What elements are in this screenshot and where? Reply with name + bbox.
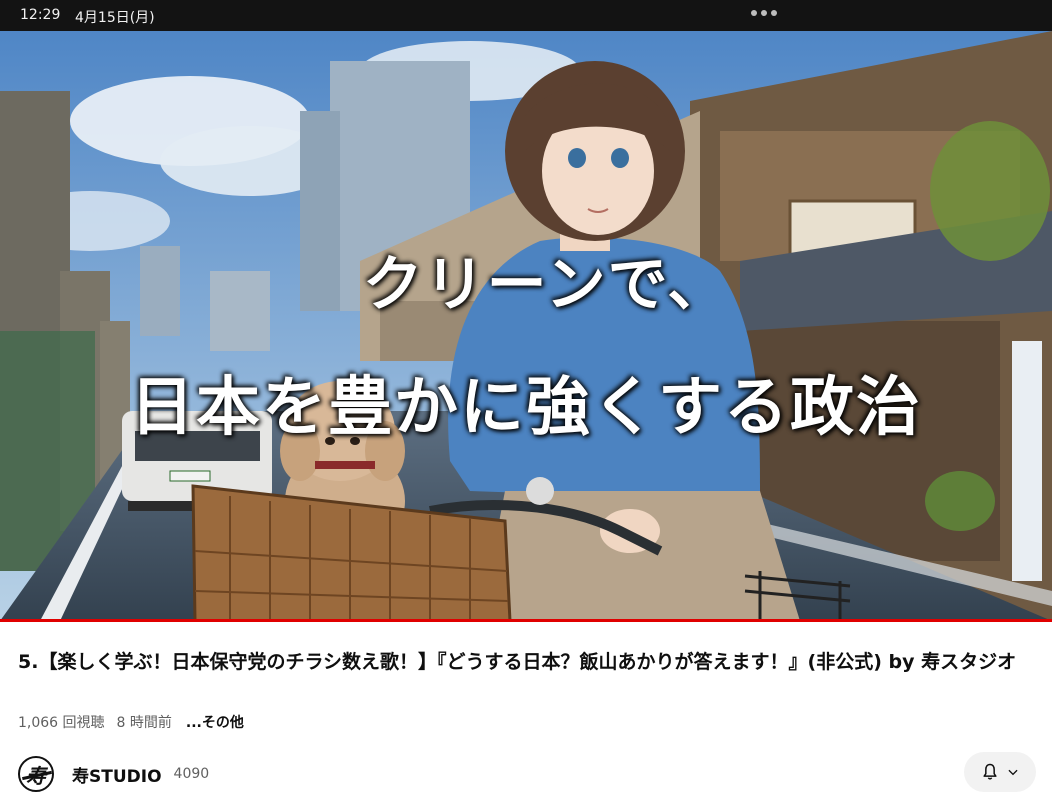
- view-count: 1,066 回視聴: [18, 715, 105, 731]
- channel-avatar[interactable]: 寿: [18, 756, 54, 792]
- channel-name[interactable]: 寿STUDIO: [72, 762, 162, 787]
- chevron-down-icon: [1008, 769, 1018, 776]
- upload-age: 8 時間前: [116, 715, 172, 731]
- video-overlay-line1: クリーンで、: [362, 250, 730, 320]
- bell-icon: [983, 763, 997, 780]
- more-description-link[interactable]: ...その他: [186, 712, 244, 732]
- status-time: 12:29: [20, 7, 61, 23]
- channel-row[interactable]: 寿 寿STUDIO 4090: [18, 754, 209, 794]
- video-title[interactable]: 5.【楽しく学ぶ！日本保守党のチラシ数え歌！】『どうする日本？飯山あかりが答えま…: [18, 648, 1028, 676]
- video-progress-bar[interactable]: [0, 619, 1052, 622]
- more-dots-icon[interactable]: [751, 10, 777, 16]
- status-date: 4月15日(月): [75, 10, 155, 26]
- subscriber-count: 4090: [173, 766, 210, 782]
- video-player[interactable]: クリーンで、 日本を豊かに強くする政治: [0, 31, 1052, 621]
- video-meta: 1,066 回視聴 8 時間前 ...その他: [18, 712, 244, 732]
- status-bar: 12:29 4月15日(月): [0, 0, 1052, 31]
- video-overlay-line2: 日本を豊かに強くする政治: [130, 371, 922, 445]
- notification-bell-button[interactable]: [964, 752, 1036, 792]
- video-progress-fill: [0, 619, 1052, 622]
- video-thumbnail-illustration: [0, 31, 1052, 621]
